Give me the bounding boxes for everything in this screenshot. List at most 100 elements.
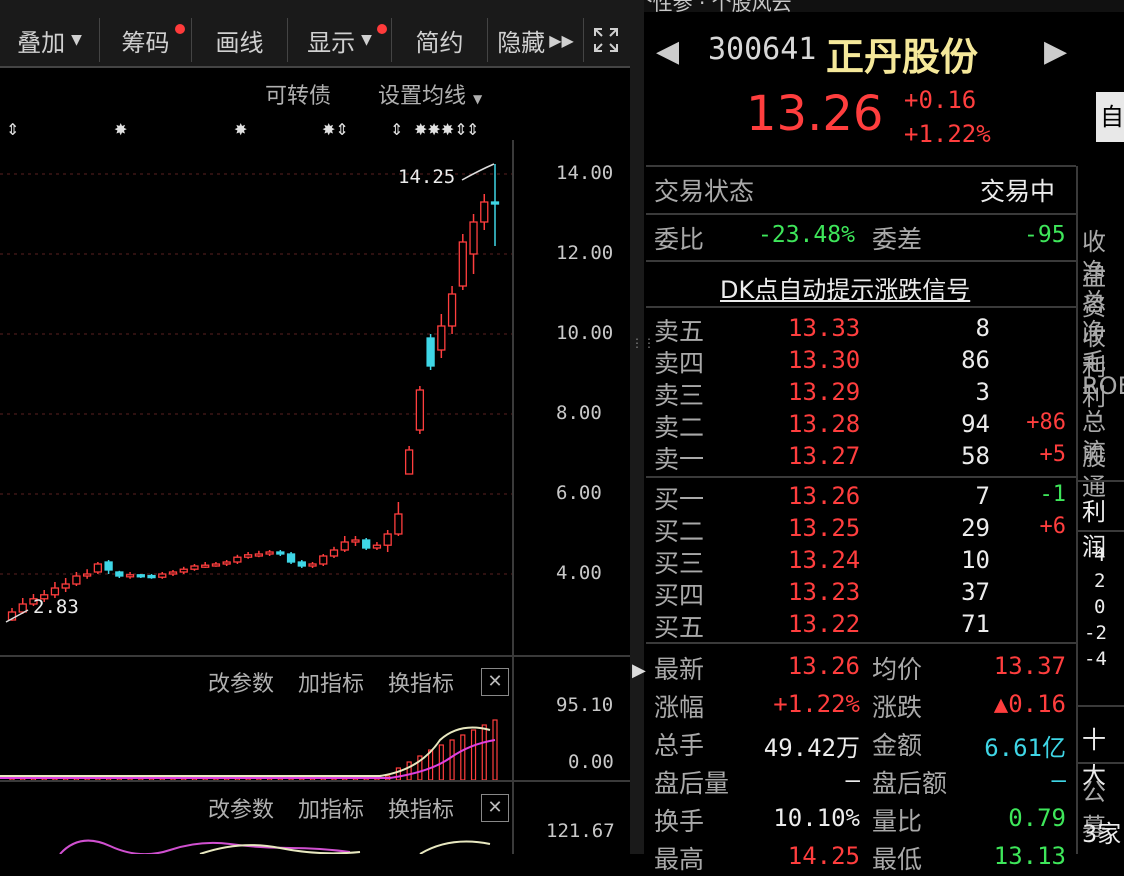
candle[interactable] — [201, 562, 210, 568]
candle[interactable] — [490, 164, 500, 246]
candle[interactable] — [233, 554, 242, 564]
candle[interactable] — [125, 572, 135, 579]
sell_orders-level-price[interactable]: 13.28 — [788, 410, 860, 438]
candle[interactable] — [394, 502, 403, 536]
candle[interactable] — [383, 530, 392, 552]
event-marker-icon[interactable]: ✸ — [234, 120, 247, 139]
candle[interactable] — [319, 554, 328, 566]
event-marker-icon[interactable]: ✸⇕ — [322, 120, 349, 139]
candle[interactable] — [222, 560, 231, 566]
event-marker-icon[interactable]: ✸ — [114, 120, 127, 139]
buy_orders-level-label: 买一 — [654, 485, 705, 514]
stat-label: 换手 — [654, 807, 705, 836]
double-chevron-right-icon: ▶▶ — [549, 30, 574, 50]
candle[interactable] — [93, 562, 103, 574]
event-marker-icon[interactable]: ✸✸✸⇕ — [414, 120, 468, 139]
indicator-bar — [470, 729, 477, 780]
sell_orders-level-label: 卖五 — [654, 317, 705, 346]
event-marker-icon[interactable]: ⇕ — [390, 120, 403, 139]
fullscreen-button[interactable] — [584, 18, 628, 62]
candle[interactable] — [426, 334, 435, 370]
candle[interactable] — [469, 214, 478, 274]
stat-value: ▲0.16 — [993, 690, 1066, 718]
candle[interactable] — [190, 564, 199, 571]
candle[interactable] — [340, 536, 349, 552]
draw-button[interactable]: 画线 — [192, 18, 288, 62]
candle[interactable] — [362, 538, 371, 550]
add-indicator-button[interactable]: 加指标 — [298, 792, 364, 824]
ma-settings-button[interactable]: 设置均线 ▼ — [378, 78, 482, 110]
stat-label: 金额 — [872, 731, 923, 760]
candle[interactable] — [351, 536, 360, 546]
candle[interactable] — [82, 569, 92, 579]
mini-axis-label: -2 — [1084, 622, 1107, 644]
candle[interactable] — [372, 542, 382, 550]
indicator-bar — [492, 719, 498, 780]
switch-indicator-button[interactable]: 换指标 — [388, 666, 454, 698]
candle[interactable] — [415, 386, 425, 434]
simple-button[interactable]: 简约 — [392, 18, 488, 62]
signal-link[interactable]: DK点自动提示涨跌信号 — [720, 270, 970, 305]
candle[interactable] — [136, 574, 145, 578]
sell_orders-level-price[interactable]: 13.29 — [788, 378, 860, 406]
chevron-down-icon: ▼ — [71, 32, 82, 48]
buy_orders-level-price[interactable]: 13.26 — [788, 482, 860, 510]
candle[interactable] — [104, 560, 113, 574]
event-marker-icon[interactable]: ⇕ — [466, 120, 479, 139]
indicator2-plot[interactable] — [0, 826, 512, 854]
candle[interactable] — [168, 570, 178, 576]
indicator1-plot[interactable] — [0, 700, 512, 780]
sell_orders-level-price[interactable]: 13.27 — [788, 442, 860, 470]
overlay-button[interactable]: 叠加 ▼ — [0, 18, 100, 62]
candle[interactable] — [480, 194, 489, 230]
sell_orders-level-label: 卖一 — [654, 445, 705, 474]
candle[interactable] — [308, 562, 317, 568]
panel-splitter[interactable]: ⋮⋮ ▶ — [630, 0, 655, 854]
buy_orders-level-price[interactable]: 13.24 — [788, 546, 860, 574]
candle[interactable] — [254, 550, 264, 558]
sell_orders-level-price[interactable]: 13.30 — [788, 346, 860, 374]
display-button[interactable]: 显示 ▼ — [288, 18, 392, 62]
candle[interactable] — [437, 314, 446, 358]
candle[interactable] — [329, 546, 339, 558]
chips-button[interactable]: 筹码 — [100, 18, 192, 62]
next-stock-arrow-icon[interactable]: ▶ — [1044, 34, 1067, 69]
candle[interactable] — [297, 560, 306, 568]
buy_orders-level-price[interactable]: 13.25 — [788, 514, 860, 542]
candle[interactable] — [276, 550, 285, 556]
close-icon[interactable]: ✕ — [481, 794, 509, 822]
notification-dot-icon — [377, 24, 387, 34]
stat-label: 最高 — [654, 845, 705, 874]
candle[interactable] — [158, 572, 167, 579]
stat-label: 总手 — [654, 731, 705, 760]
side-toggle-button[interactable]: 自 — [1096, 92, 1124, 142]
buy_orders-level-volume: 7 — [975, 482, 990, 510]
candle[interactable] — [115, 570, 124, 578]
candle[interactable] — [61, 578, 70, 592]
convertible-bond-link[interactable]: 可转债 — [265, 78, 331, 110]
candle[interactable] — [147, 574, 156, 579]
buy_orders-level-price[interactable]: 13.23 — [788, 578, 860, 606]
candle[interactable] — [179, 566, 188, 574]
candle[interactable] — [447, 286, 457, 334]
candle[interactable] — [286, 552, 296, 564]
change-params-button[interactable]: 改参数 — [208, 792, 274, 824]
candlestick-chart[interactable] — [0, 140, 630, 656]
prev-stock-arrow-icon[interactable]: ◀ — [656, 34, 679, 69]
stock-name: 正丹股份 — [826, 35, 979, 79]
switch-indicator-button[interactable]: 换指标 — [388, 792, 454, 824]
candle[interactable] — [243, 552, 253, 559]
candle[interactable] — [404, 446, 414, 475]
indicator-bar — [406, 761, 412, 780]
candle[interactable] — [458, 234, 467, 290]
divider — [1078, 480, 1124, 482]
close-icon[interactable]: ✕ — [481, 668, 509, 696]
sell_orders-level-price[interactable]: 13.33 — [788, 314, 860, 342]
event-marker-icon[interactable]: ⇕ — [6, 120, 19, 139]
candle[interactable] — [265, 550, 274, 556]
hide-button[interactable]: 隐藏 ▶▶ — [488, 18, 584, 62]
change-params-button[interactable]: 改参数 — [208, 666, 274, 698]
add-indicator-button[interactable]: 加指标 — [298, 666, 364, 698]
candle[interactable] — [211, 562, 221, 567]
buy_orders-level-price[interactable]: 13.22 — [788, 610, 860, 638]
